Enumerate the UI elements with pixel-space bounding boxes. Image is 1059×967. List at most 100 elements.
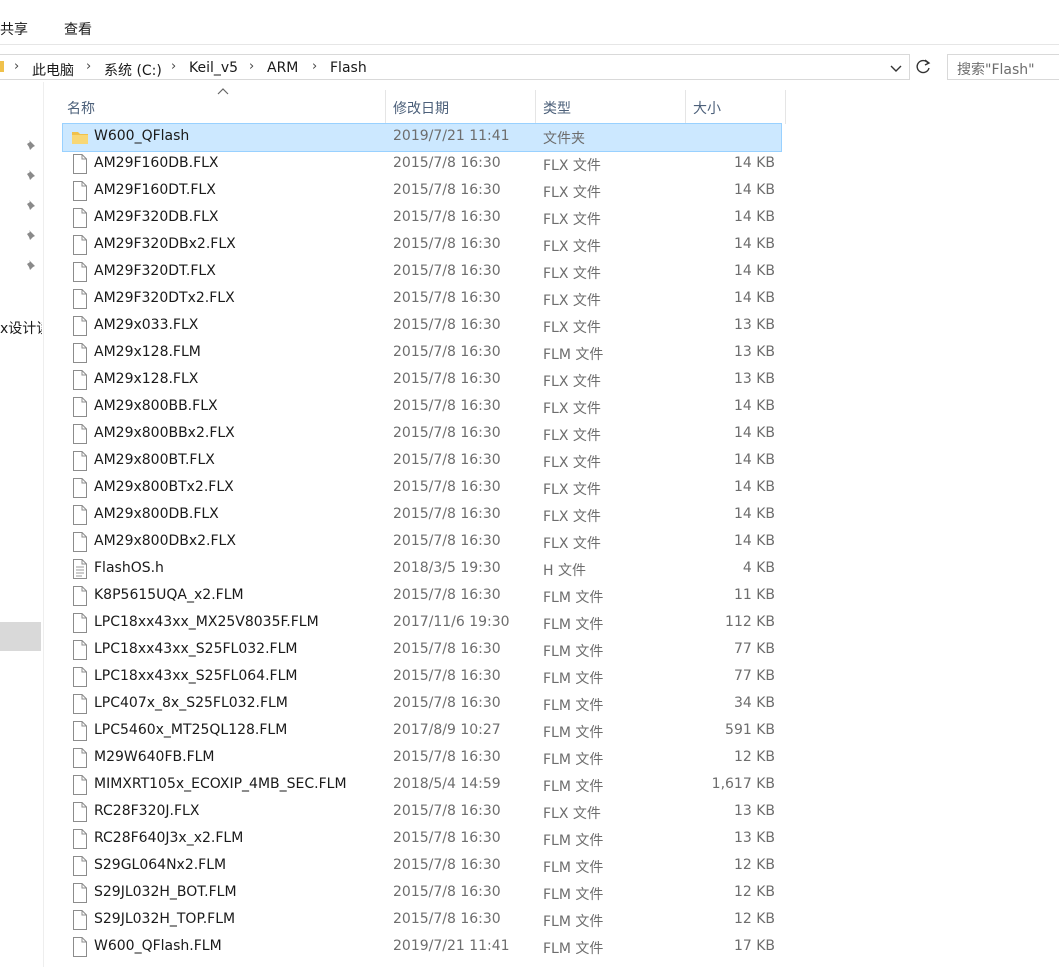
file-row[interactable]: AM29F320DT.FLX 2015/7/8 16:30 FLX 文件 14 KB bbox=[63, 259, 781, 286]
breadcrumb-separator[interactable]: › bbox=[14, 59, 19, 74]
breadcrumb-separator[interactable]: › bbox=[312, 59, 317, 74]
file-row[interactable]: AM29x800BT.FLX 2015/7/8 16:30 FLX 文件 14 KB bbox=[63, 448, 781, 475]
file-name: LPC5460x_MT25QL128.FLM bbox=[94, 722, 288, 738]
file-type: FLM 文件 bbox=[543, 833, 604, 849]
chevron-down-icon[interactable] bbox=[888, 60, 904, 76]
breadcrumb-this-pc[interactable]: 此电脑 bbox=[32, 60, 74, 80]
file-row[interactable]: RC28F640J3x_x2.FLM 2015/7/8 16:30 FLM 文件 13… bbox=[63, 826, 781, 853]
file-size: 11 KB bbox=[733, 587, 775, 603]
file-icon bbox=[71, 667, 89, 687]
file-size: 14 KB bbox=[733, 479, 775, 495]
breadcrumb-separator[interactable]: › bbox=[249, 59, 254, 74]
file-icon bbox=[71, 694, 89, 714]
file-date: 2019/7/21 11:41 bbox=[393, 938, 510, 954]
pin-icon[interactable] bbox=[24, 139, 38, 153]
file-row[interactable]: LPC18xx43xx_MX25V8035F.FLM 2017/11/6 19:3… bbox=[63, 610, 781, 637]
file-date: 2015/7/8 16:30 bbox=[393, 857, 501, 873]
file-row[interactable]: AM29F160DB.FLX 2015/7/8 16:30 FLX 文件 14 KB bbox=[63, 151, 781, 178]
file-date: 2015/7/8 16:30 bbox=[393, 155, 501, 171]
column-header-size[interactable]: 大小 bbox=[686, 90, 785, 124]
breadcrumb-separator[interactable]: › bbox=[86, 59, 91, 74]
breadcrumb-arm[interactable]: ARM bbox=[267, 60, 298, 76]
file-row[interactable]: AM29x128.FLM 2015/7/8 16:30 FLM 文件 13 KB bbox=[63, 340, 781, 367]
file-row[interactable]: S29JL032H_BOT.FLM 2015/7/8 16:30 FLM 文件 12 … bbox=[63, 880, 781, 907]
file-row[interactable]: K8P5615UQA_x2.FLM 2015/7/8 16:30 FLM 文件 11 … bbox=[63, 583, 781, 610]
file-row[interactable]: AM29F320DTx2.FLX 2015/7/8 16:30 FLX 文件 14 K… bbox=[63, 286, 781, 313]
file-icon bbox=[71, 262, 89, 282]
file-row[interactable]: AM29x800BB.FLX 2015/7/8 16:30 FLX 文件 14 KB bbox=[63, 394, 781, 421]
file-row[interactable]: W600_QFlash 2019/7/21 11:41 文件夹 bbox=[62, 123, 782, 152]
address-row: › 此电脑 › 系统 (C:) › Keil_v5 › ARM › Flash … bbox=[0, 52, 1059, 82]
file-name: RC28F640J3x_x2.FLM bbox=[94, 830, 244, 846]
file-row[interactable]: AM29x800BBx2.FLX 2015/7/8 16:30 FLX 文件 14 K… bbox=[63, 421, 781, 448]
nav-item-partial[interactable]: x设计读 bbox=[0, 318, 42, 338]
file-row[interactable]: FlashOS.h 2018/3/5 19:30 H 文件 4 KB bbox=[63, 556, 781, 583]
file-row[interactable]: AM29x800BTx2.FLX 2015/7/8 16:30 FLX 文件 14 K… bbox=[63, 475, 781, 502]
column-header-name[interactable]: 名称 bbox=[63, 90, 384, 124]
file-icon bbox=[71, 478, 89, 498]
file-type: FLX 文件 bbox=[543, 428, 601, 444]
file-row[interactable]: RC28F320J.FLX 2015/7/8 16:30 FLX 文件 13 KB bbox=[63, 799, 781, 826]
file-size: 34 KB bbox=[733, 695, 775, 711]
file-row[interactable]: AM29x033.FLX 2015/7/8 16:30 FLX 文件 13 KB bbox=[63, 313, 781, 340]
file-row[interactable]: S29JL032H_TOP.FLM 2015/7/8 16:30 FLM 文件 12 … bbox=[63, 907, 781, 934]
refresh-icon[interactable] bbox=[913, 57, 933, 77]
file-row[interactable]: AM29x800DBx2.FLX 2015/7/8 16:30 FLX 文件 14 K… bbox=[63, 529, 781, 556]
file-row[interactable]: AM29x800DB.FLX 2015/7/8 16:30 FLX 文件 14 KB bbox=[63, 502, 781, 529]
column-divider[interactable] bbox=[785, 90, 786, 124]
tab-share[interactable]: 共享 bbox=[0, 19, 28, 39]
file-date: 2015/7/8 16:30 bbox=[393, 533, 501, 549]
file-row[interactable]: AM29x128.FLX 2015/7/8 16:30 FLX 文件 13 KB bbox=[63, 367, 781, 394]
file-type: FLM 文件 bbox=[543, 644, 604, 660]
file-size: 17 KB bbox=[733, 938, 775, 954]
file-type: FLX 文件 bbox=[543, 320, 601, 336]
file-row[interactable]: S29GL064Nx2.FLM 2015/7/8 16:30 FLM 文件 12 KB bbox=[63, 853, 781, 880]
file-date: 2015/7/8 16:30 bbox=[393, 371, 501, 387]
breadcrumb-keil[interactable]: Keil_v5 bbox=[189, 60, 238, 76]
address-bar[interactable]: › 此电脑 › 系统 (C:) › Keil_v5 › ARM › Flash bbox=[0, 54, 910, 80]
file-name: S29GL064Nx2.FLM bbox=[94, 857, 227, 873]
pin-icon[interactable] bbox=[24, 259, 38, 273]
nav-item-selected[interactable] bbox=[0, 622, 41, 651]
file-name: S29JL032H_BOT.FLM bbox=[94, 884, 237, 900]
file-row[interactable]: LPC18xx43xx_S25FL032.FLM 2015/7/8 16:30 FL… bbox=[63, 637, 781, 664]
file-row[interactable]: M29W640FB.FLM 2015/7/8 16:30 FLM 文件 12 KB bbox=[63, 745, 781, 772]
file-row[interactable]: AM29F320DBx2.FLX 2015/7/8 16:30 FLX 文件 14 K… bbox=[63, 232, 781, 259]
file-row[interactable]: LPC5460x_MT25QL128.FLM 2017/8/9 10:27 FLM … bbox=[63, 718, 781, 745]
file-row[interactable]: MIMXRT105x_ECOXIP_4MB_SEC.FLM 2018/5/4 14… bbox=[63, 772, 781, 799]
file-row[interactable]: AM29F160DT.FLX 2015/7/8 16:30 FLX 文件 14 KB bbox=[63, 178, 781, 205]
file-size: 14 KB bbox=[733, 425, 775, 441]
search-input[interactable]: 搜索"Flash" bbox=[947, 54, 1059, 80]
file-date: 2015/7/8 16:30 bbox=[393, 587, 501, 603]
pin-icon[interactable] bbox=[24, 199, 38, 213]
file-icon bbox=[71, 181, 89, 201]
file-name: K8P5615UQA_x2.FLM bbox=[94, 587, 244, 603]
pin-icon[interactable] bbox=[24, 229, 38, 243]
breadcrumb-flash[interactable]: Flash bbox=[330, 60, 367, 76]
file-icon bbox=[71, 316, 89, 336]
file-date: 2015/7/8 16:30 bbox=[393, 290, 501, 306]
file-size: 14 KB bbox=[733, 398, 775, 414]
file-name: MIMXRT105x_ECOXIP_4MB_SEC.FLM bbox=[94, 776, 347, 792]
file-size: 14 KB bbox=[733, 209, 775, 225]
breadcrumb-separator[interactable]: › bbox=[171, 59, 176, 74]
file-row[interactable]: LPC407x_8x_S25FL032.FLM 2015/7/8 16:30 FLM… bbox=[63, 691, 781, 718]
pin-icon[interactable] bbox=[24, 169, 38, 183]
file-icon bbox=[71, 505, 89, 525]
column-header-date[interactable]: 修改日期 bbox=[386, 90, 534, 124]
file-name: AM29x128.FLX bbox=[94, 371, 199, 387]
file-name: AM29F160DB.FLX bbox=[94, 155, 219, 171]
file-type: FLX 文件 bbox=[543, 239, 601, 255]
tab-view[interactable]: 查看 bbox=[64, 19, 92, 39]
file-row[interactable]: LPC18xx43xx_S25FL064.FLM 2015/7/8 16:30 FL… bbox=[63, 664, 781, 691]
file-name: RC28F320J.FLX bbox=[94, 803, 200, 819]
file-row[interactable]: W600_QFlash.FLM 2019/7/21 11:41 FLM 文件 17 K… bbox=[63, 934, 781, 961]
file-size: 12 KB bbox=[733, 857, 775, 873]
file-date: 2015/7/8 16:30 bbox=[393, 641, 501, 657]
breadcrumb-system-c[interactable]: 系统 (C:) bbox=[104, 60, 162, 80]
file-name: AM29x800DB.FLX bbox=[94, 506, 219, 522]
column-header-type[interactable]: 类型 bbox=[536, 90, 684, 124]
file-row[interactable]: AM29F320DB.FLX 2015/7/8 16:30 FLX 文件 14 KB bbox=[63, 205, 781, 232]
file-name: AM29x800BB.FLX bbox=[94, 398, 218, 414]
file-icon bbox=[71, 289, 89, 309]
